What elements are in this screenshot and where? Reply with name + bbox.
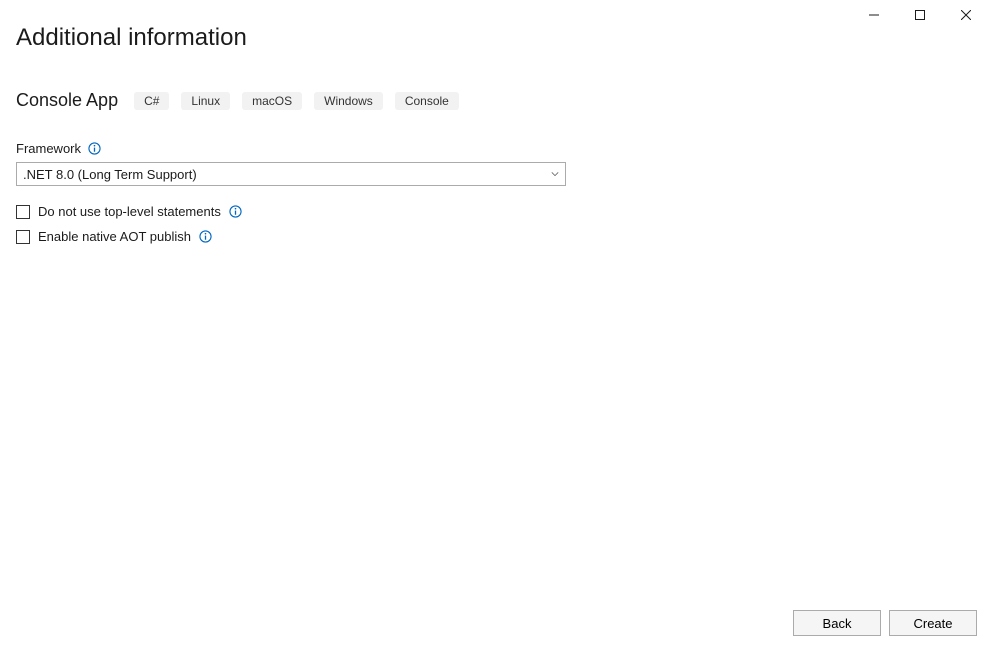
maximize-button[interactable] [897, 0, 943, 30]
template-info-row: Console App C# Linux macOS Windows Conso… [16, 90, 973, 111]
info-icon [199, 230, 212, 243]
tag-windows: Windows [314, 92, 383, 110]
tag-linux: Linux [181, 92, 230, 110]
aot-publish-row: Enable native AOT publish [16, 229, 973, 244]
minimize-icon [869, 10, 879, 20]
aot-info-icon[interactable] [199, 230, 213, 244]
tag-macos: macOS [242, 92, 302, 110]
info-icon [88, 142, 101, 155]
top-level-statements-checkbox[interactable] [16, 205, 30, 219]
window-controls [851, 0, 989, 30]
chevron-down-icon [551, 170, 559, 178]
framework-selected-value: .NET 8.0 (Long Term Support) [23, 167, 197, 182]
tag-csharp: C# [134, 92, 169, 110]
minimize-button[interactable] [851, 0, 897, 30]
page-title: Additional information [16, 24, 973, 52]
aot-publish-label: Enable native AOT publish [38, 229, 191, 244]
create-button[interactable]: Create [889, 610, 977, 636]
aot-publish-checkbox[interactable] [16, 230, 30, 244]
top-level-statements-label: Do not use top-level statements [38, 204, 221, 219]
top-level-info-icon[interactable] [229, 205, 243, 219]
main-content: Additional information Console App C# Li… [0, 0, 989, 244]
framework-info-icon[interactable] [87, 142, 101, 156]
tag-console: Console [395, 92, 459, 110]
top-level-statements-row: Do not use top-level statements [16, 204, 973, 219]
maximize-icon [915, 10, 925, 20]
back-button[interactable]: Back [793, 610, 881, 636]
framework-label-row: Framework [16, 141, 973, 156]
info-icon [229, 205, 242, 218]
framework-label: Framework [16, 141, 81, 156]
close-button[interactable] [943, 0, 989, 30]
template-name: Console App [16, 90, 118, 111]
footer-buttons: Back Create [793, 610, 977, 636]
close-icon [961, 10, 971, 20]
framework-dropdown[interactable]: .NET 8.0 (Long Term Support) [16, 162, 566, 186]
